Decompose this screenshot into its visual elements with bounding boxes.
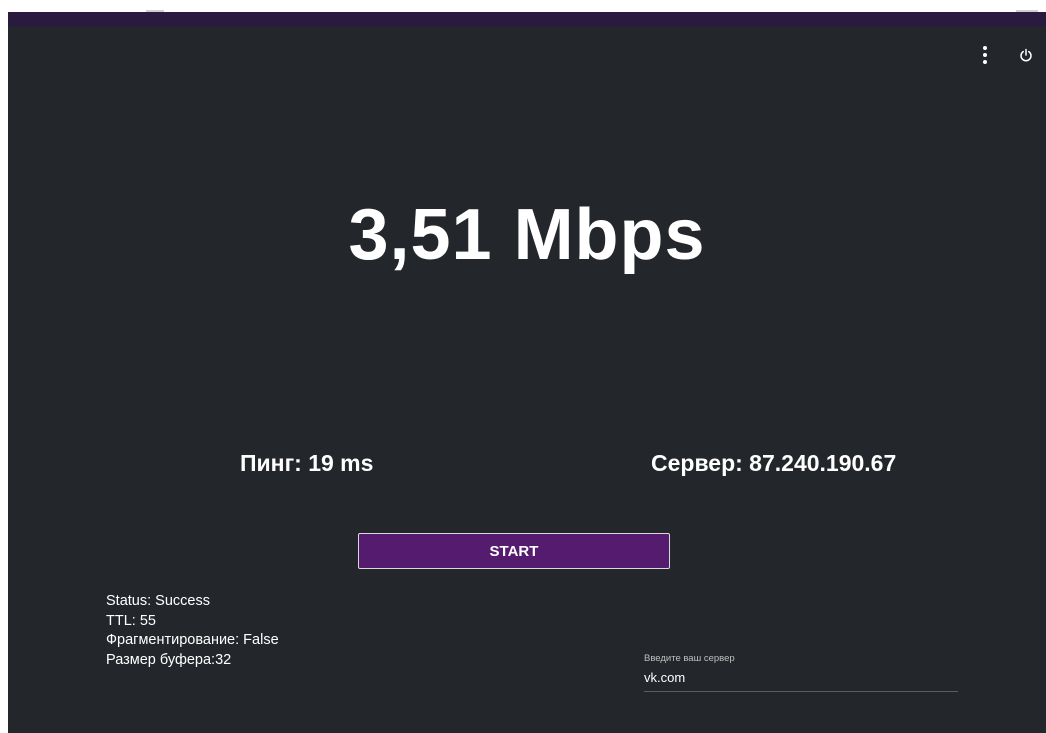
speedtest-app: 3,51 Mbps Пинг: 19 ms Сервер: 87.240.190…	[8, 26, 1046, 733]
power-button[interactable]	[1014, 42, 1038, 68]
server-input[interactable]	[644, 670, 958, 692]
status-info: Status: Success TTL: 55 Фрагментирование…	[106, 592, 279, 670]
title-bar	[8, 12, 1046, 26]
more-options-button[interactable]	[973, 42, 997, 68]
more-vertical-icon	[983, 46, 987, 64]
ping-label: Пинг: 19 ms	[240, 450, 374, 476]
buffer-size-text: Размер буфера:32	[106, 651, 232, 668]
server-field: Введите ваш сервер	[644, 653, 958, 692]
fragmentation-text: Фрагментирование: False	[106, 632, 279, 648]
power-icon	[1020, 48, 1032, 62]
ttl-text: TTL: 55	[106, 612, 156, 629]
speed-display: 3,51 Mbps	[348, 195, 706, 275]
status-text: Status: Success	[106, 593, 210, 609]
start-button[interactable]: START	[358, 533, 670, 569]
server-address-label: Сервер: 87.240.190.67	[651, 450, 897, 476]
server-field-label: Введите ваш сервер	[644, 653, 735, 664]
